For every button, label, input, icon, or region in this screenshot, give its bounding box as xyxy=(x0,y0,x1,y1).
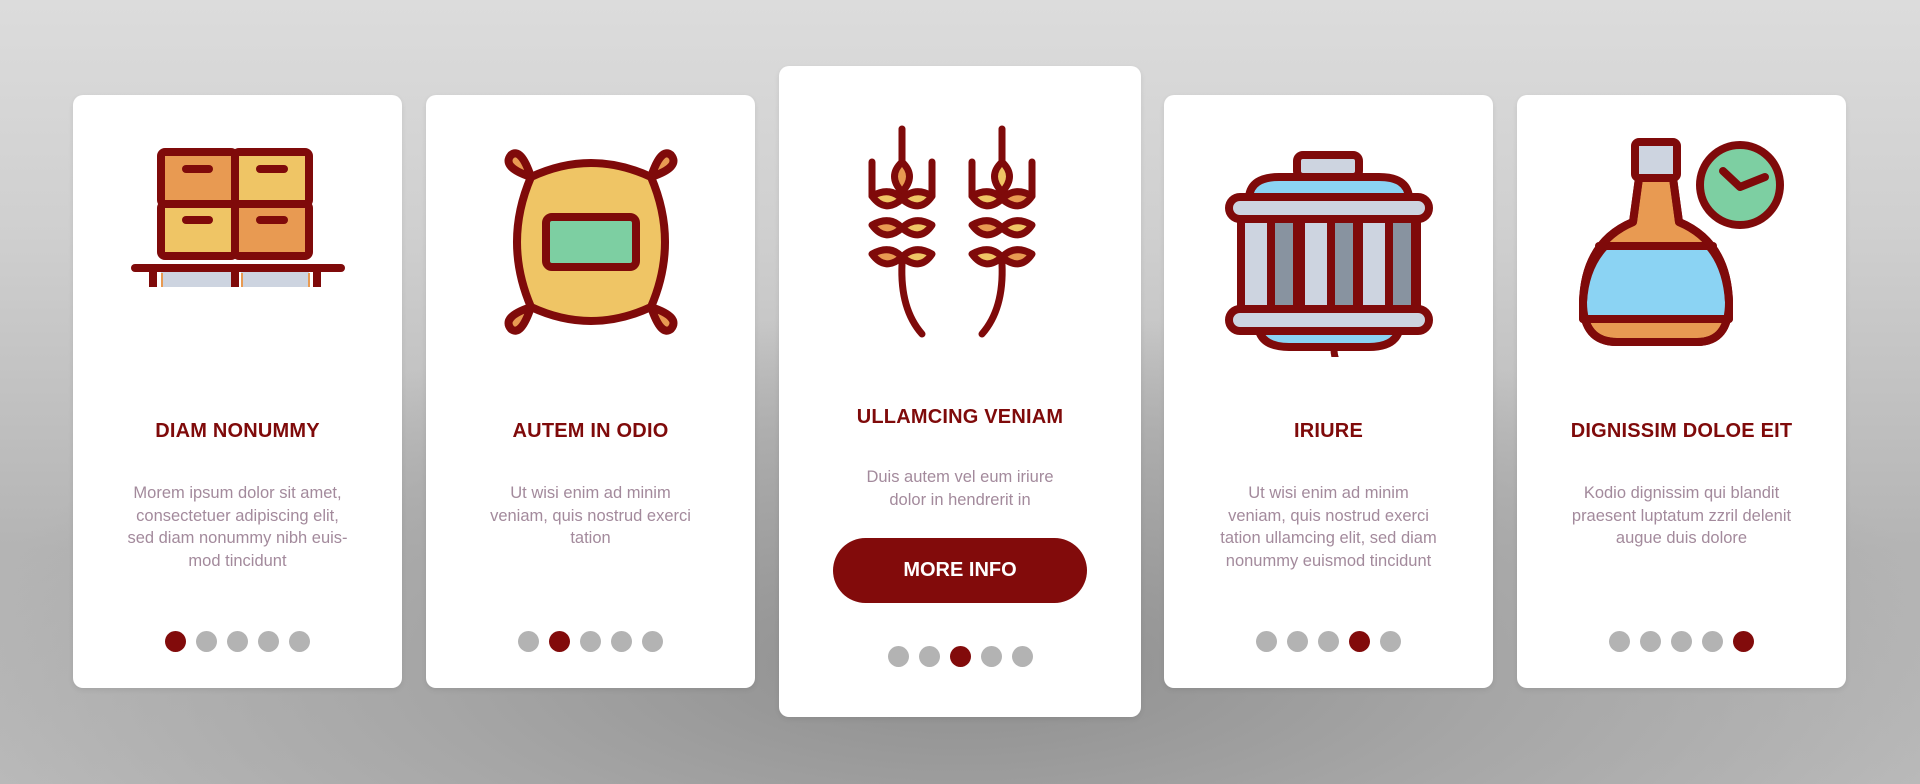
pagination-dots xyxy=(73,631,402,652)
page-dot-2[interactable] xyxy=(918,646,940,667)
description-line: mod tincidunt xyxy=(188,551,287,570)
card-description: Kodio dignissim qui blandit praesent lup… xyxy=(1537,482,1826,550)
page-dot-3[interactable] xyxy=(949,646,971,667)
description-line: Ut wisi enim ad minim xyxy=(1248,484,1409,502)
page-dot-2[interactable] xyxy=(1287,631,1308,652)
page-dot-5[interactable] xyxy=(1733,631,1754,652)
page-dot-1[interactable] xyxy=(1256,631,1277,652)
card-title: AUTEM IN ODIO xyxy=(512,420,669,442)
onboarding-card-4: IRIURE Ut wisi enim ad minim veniam, qui… xyxy=(1164,95,1493,688)
grain-sack-icon xyxy=(426,137,755,347)
page-dot-5[interactable] xyxy=(642,631,663,652)
page-dot-4[interactable] xyxy=(258,631,279,652)
card-title: DIAM NONUMMY xyxy=(155,420,320,442)
page-dot-5[interactable] xyxy=(289,631,310,652)
more-info-button[interactable]: MORE INFO xyxy=(833,538,1087,603)
page-dot-1[interactable] xyxy=(1609,631,1630,652)
description-line: augue duis dolore xyxy=(1615,529,1748,547)
description-line: consectetuer adipiscing elit, xyxy=(136,506,339,525)
page-dot-4[interactable] xyxy=(611,631,632,652)
card-description: Duis autem vel eum iriure dolor in hendr… xyxy=(799,466,1121,511)
onboarding-card-2: AUTEM IN ODIO Ut wisi enim ad minim veni… xyxy=(426,95,755,688)
card-description: Morem ipsum dolor sit amet, consectetuer… xyxy=(93,482,382,572)
fermentation-tank-icon xyxy=(1164,137,1493,357)
page-dot-5[interactable] xyxy=(1011,646,1033,667)
description-line: veniam, quis nostrud exerci xyxy=(490,506,691,525)
description-line: dolor in hendrerit in xyxy=(889,490,1031,509)
page-dot-2[interactable] xyxy=(549,631,570,652)
page-dot-4[interactable] xyxy=(1702,631,1723,652)
onboarding-card-3: ULLAMCING VENIAM Duis autem vel eum iriu… xyxy=(779,66,1141,717)
bottle-clock-icon xyxy=(1517,137,1846,352)
page-dot-1[interactable] xyxy=(165,631,186,652)
pagination-dots xyxy=(1164,631,1493,652)
page-dot-2[interactable] xyxy=(1640,631,1661,652)
onboarding-card-1: DIAM NONUMMY Morem ipsum dolor sit amet,… xyxy=(73,95,402,688)
pallet-boxes-icon xyxy=(73,137,402,287)
page-dot-4[interactable] xyxy=(1349,631,1370,652)
description-line: Ut wisi enim ad minim xyxy=(510,484,671,502)
onboarding-card-5: DIGNISSIM DOLOE EIT Kodio dignissim qui … xyxy=(1517,95,1846,688)
pagination-dots xyxy=(1517,631,1846,652)
description-line: tation ullamcing elit, sed diam xyxy=(1220,529,1437,547)
pagination-dots xyxy=(426,631,755,652)
description-line: nonummy euismod tincidunt xyxy=(1225,551,1432,570)
card-description: Ut wisi enim ad minim veniam, quis nostr… xyxy=(1184,482,1473,572)
card-title: IRIURE xyxy=(1294,420,1363,442)
page-dot-3[interactable] xyxy=(227,631,248,652)
description-line: veniam, quis nostrud exerci xyxy=(1228,506,1429,525)
page-dot-1[interactable] xyxy=(887,646,909,667)
page-dot-2[interactable] xyxy=(196,631,217,652)
description-line: praesent luptatum zzril delenit xyxy=(1571,506,1792,525)
page-dot-1[interactable] xyxy=(518,631,539,652)
wheat-ears-icon xyxy=(779,124,1141,339)
page-dot-5[interactable] xyxy=(1380,631,1401,652)
description-line: tation xyxy=(570,529,611,547)
card-title: DIGNISSIM DOLOE EIT xyxy=(1570,420,1793,442)
page-dot-3[interactable] xyxy=(1671,631,1692,652)
description-line: Morem ipsum dolor sit amet, xyxy=(133,484,342,502)
description-line: Duis autem vel eum iriure xyxy=(866,468,1054,486)
page-dot-4[interactable] xyxy=(980,646,1002,667)
description-line: sed diam nonummy nibh euis- xyxy=(127,529,348,547)
card-description: Ut wisi enim ad minim veniam, quis nostr… xyxy=(446,482,735,550)
description-line: Kodio dignissim qui blandit xyxy=(1583,484,1780,502)
page-dot-3[interactable] xyxy=(1318,631,1339,652)
pagination-dots xyxy=(779,646,1141,667)
page-dot-3[interactable] xyxy=(580,631,601,652)
card-title: ULLAMCING VENIAM xyxy=(856,406,1064,428)
